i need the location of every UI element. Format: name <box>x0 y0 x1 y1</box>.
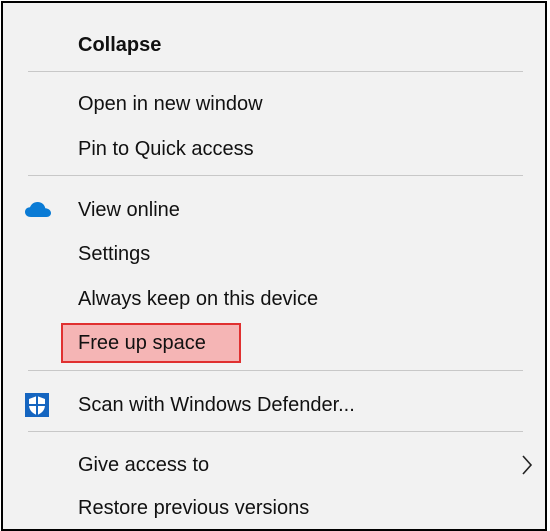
menu-item-scan-with-windows-defender[interactable]: Scan with Windows Defender... <box>3 383 547 427</box>
windows-defender-shield-icon <box>25 393 49 423</box>
menu-item-give-access-to[interactable]: Give access to <box>3 443 547 487</box>
menu-item-label: Give access to <box>78 453 210 476</box>
menu-item-label: Free up space <box>78 331 206 354</box>
menu-item-view-online[interactable]: View online <box>3 188 547 232</box>
onedrive-cloud-icon <box>25 201 51 224</box>
chevron-right-icon <box>521 455 533 481</box>
menu-item-collapse[interactable]: Collapse <box>3 23 547 67</box>
menu-separator <box>28 431 523 432</box>
menu-item-label: View online <box>78 198 180 221</box>
menu-item-label: Scan with Windows Defender... <box>78 393 355 416</box>
menu-item-label: Open in new window <box>78 92 263 115</box>
menu-item-label: Collapse <box>78 33 162 56</box>
menu-item-settings[interactable]: Settings <box>3 232 547 276</box>
menu-item-label: Settings <box>78 242 151 265</box>
menu-item-label: Always keep on this device <box>78 287 319 310</box>
menu-separator <box>28 370 523 371</box>
menu-item-free-up-space[interactable]: Free up space <box>3 321 547 365</box>
menu-item-always-keep-on-this-device[interactable]: Always keep on this device <box>3 277 547 321</box>
context-menu: Collapse Open in new window Pin to Quick… <box>1 1 547 531</box>
menu-separator <box>28 71 523 72</box>
menu-separator <box>28 175 523 176</box>
menu-item-open-in-new-window[interactable]: Open in new window <box>3 82 547 126</box>
menu-item-label: Pin to Quick access <box>78 137 254 160</box>
menu-item-label: Restore previous versions <box>78 496 310 519</box>
menu-item-pin-to-quick-access[interactable]: Pin to Quick access <box>3 127 547 171</box>
menu-item-restore-previous-versions[interactable]: Restore previous versions <box>3 486 547 530</box>
